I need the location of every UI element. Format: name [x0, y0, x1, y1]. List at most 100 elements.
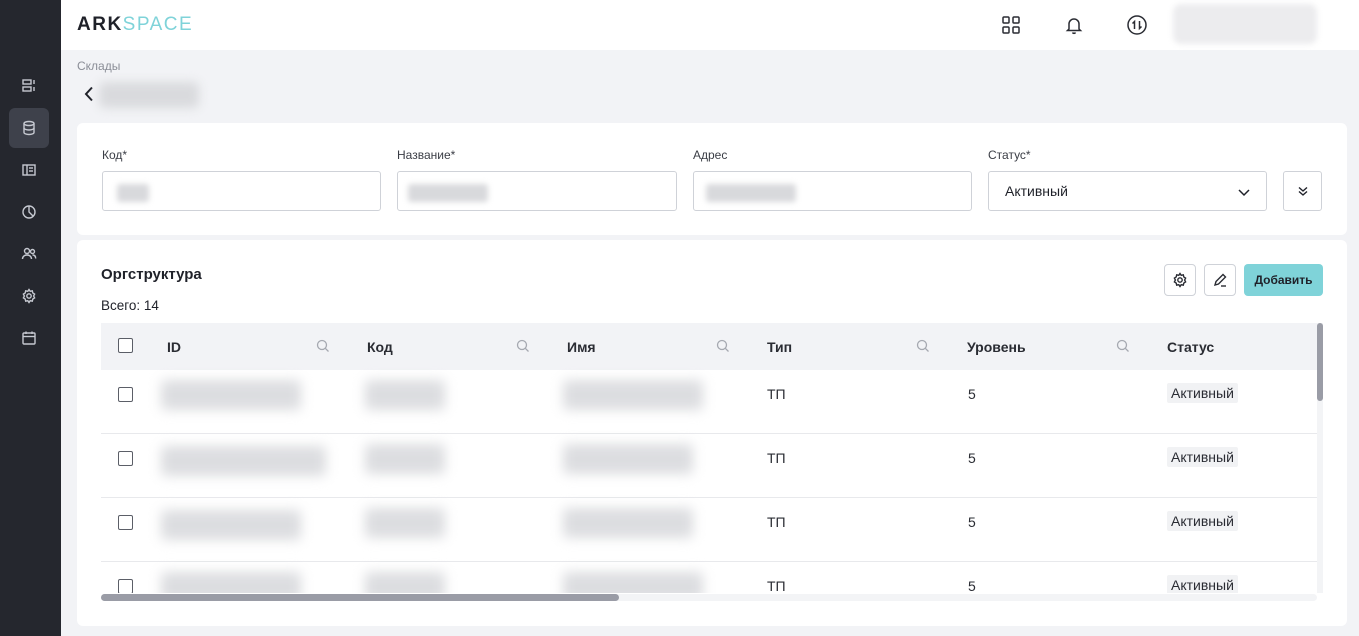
column-header-level[interactable]: Уровень — [967, 339, 1026, 355]
address-input[interactable] — [693, 171, 972, 211]
table-settings-button[interactable] — [1164, 264, 1196, 296]
name-input[interactable] — [397, 171, 677, 211]
sidebar — [0, 0, 61, 636]
name-label: Название* — [397, 148, 456, 162]
top-bar: ARKSPACE — [61, 0, 1359, 50]
status-badge: Активный — [1167, 575, 1238, 593]
gear-icon — [22, 288, 36, 304]
gear-icon — [1173, 272, 1187, 288]
users-icon — [21, 247, 37, 260]
row-level: 5 — [968, 450, 976, 466]
table-row[interactable]: ТП 5 Активный — [101, 370, 1317, 434]
row-name — [563, 380, 703, 410]
table-row[interactable]: ТП 5 Активный — [101, 498, 1317, 562]
row-id — [161, 380, 301, 410]
database-icon — [23, 120, 35, 136]
table-header: ID Код Имя Тип Уровень Статус — [101, 323, 1317, 370]
column-header-status[interactable]: Статус — [1167, 339, 1214, 355]
app-logo[interactable]: ARKSPACE — [77, 14, 193, 36]
pie-chart-icon — [22, 205, 36, 219]
row-name — [563, 508, 693, 538]
row-checkbox[interactable] — [118, 451, 133, 466]
sidebar-item-list[interactable] — [9, 66, 49, 106]
search-icon[interactable] — [316, 339, 330, 353]
name-value — [408, 184, 488, 202]
status-select[interactable]: Активный — [988, 171, 1267, 211]
row-type: ТП — [767, 578, 786, 593]
select-all-checkbox[interactable] — [118, 338, 133, 353]
add-button[interactable]: Добавить — [1244, 264, 1323, 296]
row-code — [365, 444, 445, 474]
status-badge: Активный — [1167, 447, 1238, 467]
section-title: Оргструктура — [101, 266, 202, 283]
pencil-icon — [1213, 273, 1227, 287]
notifications-button[interactable] — [1061, 12, 1087, 38]
row-level: 5 — [968, 514, 976, 530]
search-icon[interactable] — [516, 339, 530, 353]
table-row[interactable]: ТП 5 Активный — [101, 562, 1317, 593]
row-type: ТП — [767, 386, 786, 402]
list-icon — [22, 79, 35, 92]
horizontal-scrollbar-thumb[interactable] — [101, 594, 619, 601]
address-label: Адрес — [693, 148, 728, 162]
back-button[interactable] — [80, 83, 98, 105]
row-checkbox[interactable] — [118, 515, 133, 530]
sidebar-item-users[interactable] — [9, 234, 49, 274]
expand-filters-button[interactable] — [1283, 171, 1322, 211]
sync-button[interactable] — [1124, 12, 1150, 38]
user-menu[interactable] — [1173, 4, 1317, 44]
row-level: 5 — [968, 578, 976, 593]
column-header-type[interactable]: Тип — [767, 339, 792, 355]
row-code — [365, 508, 445, 538]
filter-card: Код* Название* Адрес Статус* Активный — [77, 123, 1347, 235]
table-row[interactable]: ТП 5 Активный — [101, 434, 1317, 498]
page-title — [99, 82, 199, 108]
row-type: ТП — [767, 450, 786, 466]
grid-icon — [1002, 16, 1020, 34]
row-name — [563, 444, 693, 474]
layout-icon — [22, 164, 36, 176]
search-icon[interactable] — [916, 339, 930, 353]
sidebar-item-layout[interactable] — [9, 150, 49, 190]
row-id — [161, 446, 326, 476]
row-id — [161, 572, 301, 593]
code-label: Код* — [102, 148, 128, 162]
vertical-scrollbar-thumb[interactable] — [1317, 323, 1323, 401]
sidebar-item-analytics[interactable] — [9, 192, 49, 232]
row-code — [365, 572, 445, 593]
row-type: ТП — [767, 514, 786, 530]
bell-icon — [1065, 18, 1083, 35]
chevron-down-icon — [1238, 185, 1250, 203]
sidebar-item-calendar[interactable] — [9, 318, 49, 358]
column-header-id[interactable]: ID — [167, 339, 181, 355]
edit-button[interactable] — [1204, 264, 1236, 296]
double-chevron-down-icon — [1298, 186, 1307, 196]
row-level: 5 — [968, 386, 976, 402]
row-id — [161, 510, 301, 540]
data-table: ID Код Имя Тип Уровень Статус ТП 5 Актив… — [101, 323, 1317, 593]
search-icon[interactable] — [716, 339, 730, 353]
row-checkbox[interactable] — [118, 387, 133, 402]
swap-arrows-icon — [1127, 15, 1147, 35]
calendar-icon — [22, 331, 36, 345]
status-select-value: Активный — [1005, 183, 1068, 199]
address-value — [706, 184, 796, 202]
status-badge: Активный — [1167, 383, 1238, 403]
total-count: Всего: 14 — [101, 298, 159, 313]
sidebar-item-settings[interactable] — [9, 276, 49, 316]
code-value — [117, 184, 149, 202]
row-name — [563, 572, 703, 593]
column-header-code[interactable]: Код — [367, 339, 393, 355]
row-code — [365, 380, 445, 410]
apps-grid-button[interactable] — [998, 12, 1024, 38]
breadcrumb[interactable]: Склады — [77, 59, 120, 73]
sidebar-item-database[interactable] — [9, 108, 49, 148]
orgstructure-card: Оргструктура Всего: 14 Добавить ID Код И… — [77, 240, 1347, 626]
status-label: Статус* — [988, 148, 1031, 162]
row-checkbox[interactable] — [118, 579, 133, 593]
column-header-name[interactable]: Имя — [567, 339, 596, 355]
chevron-left-icon — [84, 86, 93, 102]
search-icon[interactable] — [1116, 339, 1130, 353]
status-badge: Активный — [1167, 511, 1238, 531]
code-input[interactable] — [102, 171, 381, 211]
